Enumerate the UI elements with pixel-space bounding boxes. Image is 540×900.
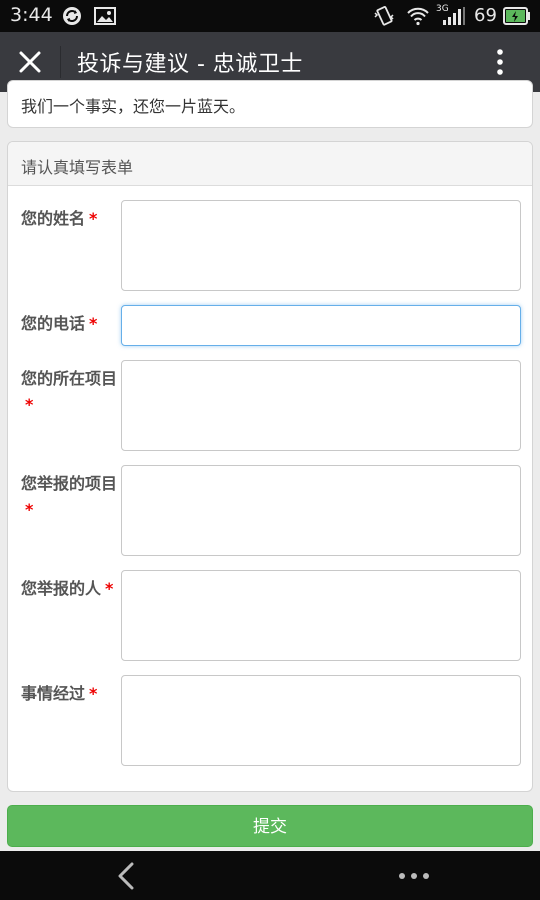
required-mark: * [25,500,34,519]
required-mark: * [25,395,34,414]
status-time: 3:44 [10,4,53,26]
project-label: 您的所在项目* [21,369,118,414]
project-field[interactable] [121,360,521,451]
required-mark: * [89,684,98,703]
sync-icon [62,6,82,26]
phone-field[interactable] [121,305,521,346]
image-icon [94,6,116,26]
required-mark: * [105,579,114,598]
reported-person-field[interactable] [121,570,521,661]
required-mark: * [89,209,98,228]
intro-card: 我们一个事实，还您一片蓝天。 [7,80,533,128]
battery-icon [503,7,531,27]
name-field[interactable] [121,200,521,291]
title-divider [60,46,61,78]
reported-project-field[interactable] [121,465,521,556]
form-heading: 请认真填写表单 [8,142,532,186]
reported-project-label: 您举报的项目* [21,474,118,519]
phone-label: 您的电话 * [21,314,98,333]
battery-level: 69 [474,5,497,26]
required-mark: * [89,314,98,333]
close-icon[interactable] [12,44,48,80]
vibrate-icon [372,6,396,26]
name-label: 您的姓名 * [21,209,98,228]
more-vertical-icon[interactable] [486,44,514,80]
details-field[interactable] [121,675,521,766]
details-label: 事情经过 * [21,684,98,703]
complaint-form: 请认真填写表单 您的姓名 * 您的电话 * 您的所在项目* 您举报的项目* 您举报的… [7,141,533,792]
status-bar: 3:44 3G 69 [0,0,540,32]
signal-icon [442,6,466,26]
submit-button[interactable]: 提交 [7,805,533,847]
reported-person-label: 您举报的人 * [21,579,114,598]
nav-bar [0,851,540,900]
more-dots-icon[interactable] [396,867,432,885]
page-title: 投诉与建议 - 忠诚卫士 [77,52,303,77]
wifi-icon [406,6,430,26]
back-chevron-icon[interactable] [108,861,144,891]
intro-text: 我们一个事实，还您一片蓝天。 [21,97,246,116]
